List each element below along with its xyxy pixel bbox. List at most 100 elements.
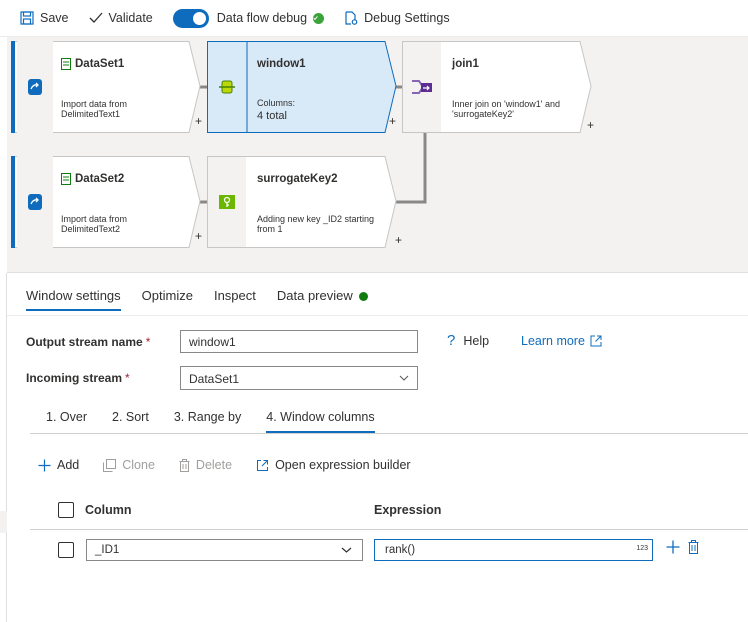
source-icon bbox=[17, 41, 53, 133]
node-title: DataSet1 bbox=[75, 58, 125, 70]
chevron-down-icon bbox=[341, 547, 352, 553]
add-row-button[interactable] bbox=[666, 540, 680, 557]
incoming-stream-label-text: Incoming stream bbox=[26, 371, 123, 385]
select-all-checkbox[interactable] bbox=[58, 502, 74, 518]
learn-more-link[interactable]: Learn more bbox=[521, 334, 602, 348]
node-desc-line2: DelimitedText1 bbox=[61, 109, 121, 119]
save-button[interactable]: Save bbox=[20, 11, 69, 25]
node-dataset2[interactable]: DataSet2 Import data from DelimitedText2… bbox=[11, 156, 202, 248]
add-button[interactable]: Add bbox=[38, 458, 79, 472]
plus-icon bbox=[666, 540, 680, 554]
status-dot-icon bbox=[358, 292, 368, 302]
save-label: Save bbox=[40, 11, 69, 25]
tab-data-preview-label: Data preview bbox=[276, 288, 353, 303]
clone-button[interactable]: Clone bbox=[103, 458, 155, 472]
help-label: Help bbox=[463, 333, 490, 348]
row-actions bbox=[666, 540, 707, 557]
join-icon bbox=[402, 41, 442, 133]
incoming-stream-select[interactable]: DataSet1 bbox=[180, 366, 418, 390]
data-flow-debug-toggle[interactable]: Data flow debug bbox=[172, 8, 325, 28]
expression-value: rank() bbox=[385, 544, 416, 556]
data-flow-canvas[interactable]: DataSet1 Import data from DelimitedText1… bbox=[7, 37, 748, 273]
toggle-switch[interactable] bbox=[172, 8, 209, 28]
validate-label: Validate bbox=[108, 11, 153, 25]
node-title: window1 bbox=[257, 58, 306, 70]
add-transform-button[interactable]: + bbox=[395, 233, 402, 247]
tab-window-settings[interactable]: Window settings bbox=[26, 288, 121, 311]
tab-inspect[interactable]: Inspect bbox=[214, 288, 256, 309]
debug-settings-button[interactable]: Debug Settings bbox=[344, 11, 450, 25]
output-stream-input[interactable]: window1 bbox=[180, 330, 418, 353]
type-badge: 123 bbox=[636, 545, 648, 552]
add-transform-button[interactable]: + bbox=[195, 229, 202, 243]
column-value: _ID1 bbox=[95, 544, 120, 556]
column-actions: Add Clone Delete Open expression builder bbox=[38, 458, 435, 472]
node-join1[interactable]: join1 Inner join on 'window1' and 'surro… bbox=[402, 41, 594, 133]
debug-settings-label: Debug Settings bbox=[364, 11, 450, 25]
steps-divider bbox=[30, 433, 748, 434]
required-mark: * bbox=[145, 335, 151, 349]
node-surrogatekey2[interactable]: surrogateKey2 Adding new key _ID2 starti… bbox=[207, 156, 402, 248]
window-icon bbox=[207, 41, 247, 133]
node-title: surrogateKey2 bbox=[257, 173, 338, 185]
panel-border bbox=[6, 273, 7, 622]
step-window-columns[interactable]: 4. Window columns bbox=[266, 410, 376, 433]
open-expression-builder-button[interactable]: Open expression builder bbox=[256, 458, 411, 472]
node-desc-line2: DelimitedText2 bbox=[61, 224, 121, 234]
add-transform-button[interactable]: + bbox=[389, 114, 396, 128]
node-desc-line2: 'surrogateKey2' bbox=[452, 109, 514, 119]
delete-row-button[interactable] bbox=[688, 540, 699, 557]
required-mark: * bbox=[125, 371, 130, 385]
node-desc-line1: Inner join on 'window1' and bbox=[452, 99, 561, 109]
node-title: join1 bbox=[452, 58, 479, 70]
node-desc-line2: from 1 bbox=[257, 224, 283, 234]
surrogate-key-icon bbox=[207, 156, 247, 248]
output-stream-label: Output stream name * bbox=[26, 335, 150, 349]
validate-button[interactable]: Validate bbox=[89, 11, 153, 25]
incoming-stream-label: Incoming stream * bbox=[26, 371, 130, 385]
trash-icon bbox=[688, 540, 699, 554]
help-icon: ? bbox=[447, 332, 456, 349]
chevron-down-icon bbox=[399, 375, 409, 381]
add-transform-button[interactable]: + bbox=[195, 114, 202, 128]
column-header: Column bbox=[85, 503, 132, 517]
incoming-stream-value: DataSet1 bbox=[189, 372, 240, 386]
debug-settings-icon bbox=[345, 11, 358, 25]
table-header: Column Expression bbox=[30, 490, 748, 530]
clone-label: Clone bbox=[122, 458, 155, 472]
settings-tabs: Window settings Optimize Inspect Data pr… bbox=[26, 288, 389, 311]
expression-builder-label: Open expression builder bbox=[275, 458, 411, 472]
delete-label: Delete bbox=[195, 458, 233, 472]
step-sort[interactable]: 2. Sort bbox=[112, 410, 149, 432]
add-label: Add bbox=[57, 458, 80, 472]
save-icon bbox=[20, 11, 34, 25]
node-desc-line1: Columns: bbox=[257, 98, 296, 108]
trash-icon bbox=[179, 458, 190, 472]
tab-optimize[interactable]: Optimize bbox=[142, 288, 193, 309]
debug-toggle-label: Data flow debug bbox=[216, 11, 308, 25]
source-icon bbox=[17, 156, 53, 248]
node-title: DataSet2 bbox=[75, 173, 125, 185]
add-transform-button[interactable]: + bbox=[587, 118, 594, 132]
splitter-handle[interactable] bbox=[0, 511, 7, 533]
step-range-by[interactable]: 3. Range by bbox=[174, 410, 241, 432]
column-select[interactable]: _ID1 bbox=[86, 539, 363, 561]
external-link-icon bbox=[257, 459, 269, 471]
help-link[interactable]: ? Help bbox=[447, 332, 489, 349]
tab-data-preview[interactable]: Data preview bbox=[277, 288, 368, 309]
node-dataset1[interactable]: DataSet1 Import data from DelimitedText1… bbox=[11, 41, 202, 133]
clone-icon bbox=[103, 458, 117, 472]
expression-input[interactable]: rank() 123 bbox=[374, 539, 653, 561]
learn-more-label: Learn more bbox=[521, 334, 585, 348]
node-desc-line2: 4 total bbox=[257, 110, 287, 122]
tab-divider bbox=[7, 315, 748, 316]
delete-button[interactable]: Delete bbox=[179, 458, 232, 472]
node-desc-line1: Import data from bbox=[61, 99, 128, 109]
expression-header: Expression bbox=[374, 503, 442, 517]
dataset-icon bbox=[61, 58, 71, 70]
row-checkbox[interactable] bbox=[58, 542, 74, 558]
step-over[interactable]: 1. Over bbox=[46, 410, 87, 432]
node-desc-line1: Adding new key _ID2 starting bbox=[257, 214, 375, 224]
node-window1[interactable]: window1 Columns: 4 total + bbox=[207, 41, 397, 133]
window-steps: 1. Over 2. Sort 3. Range by 4. Window co… bbox=[46, 410, 400, 433]
